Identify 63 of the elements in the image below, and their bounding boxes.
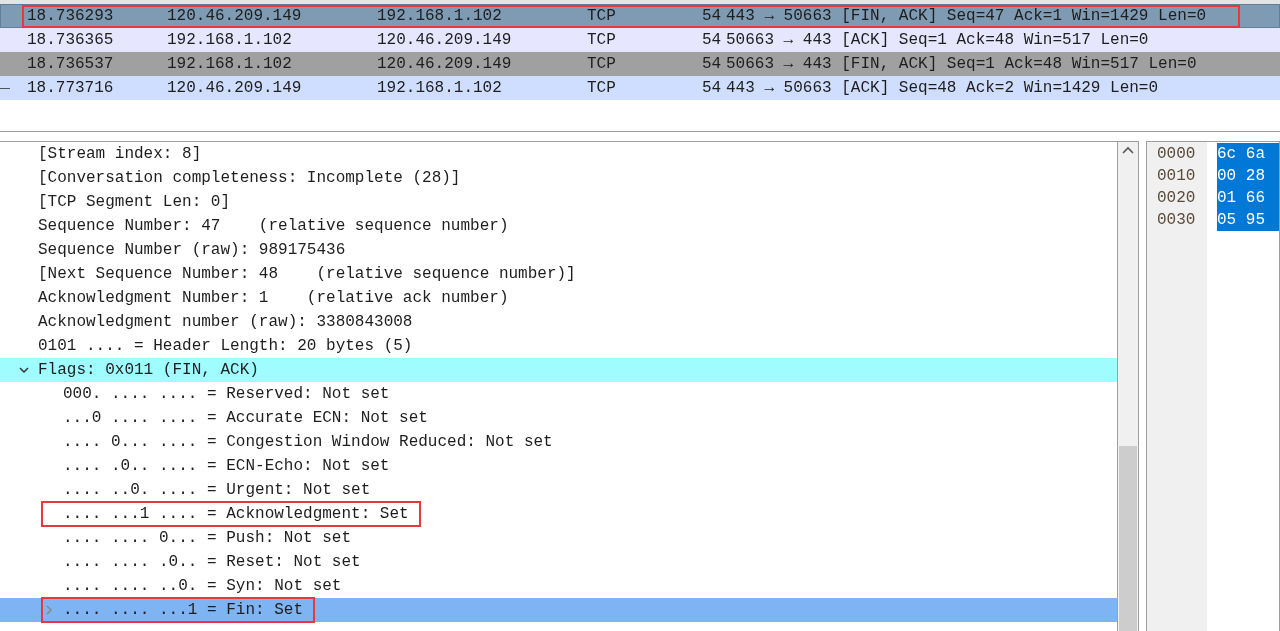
table-cell-text: TCP <box>586 31 617 49</box>
packet-row[interactable]: 18.736293 120.46.209.149 192.168.1.102 TCP 54 443 → 50663 [FIN, ACK] Seq=47 Ack=1 Win=1429 Len=0 <box>0 4 1280 28</box>
tree-item-text[interactable]: 0101 .... = Header Length: 20 bytes (5) <box>38 337 413 355</box>
table-cell-text: 120.46.209.149 <box>376 31 513 49</box>
packet-row[interactable]: 18.773716 120.46.209.149 192.168.1.102 TCP 54 443 → 50663 [ACK] Seq=48 Ack=2 Win=1429 Len=0 <box>0 76 1280 100</box>
table-cell-text: 120.46.209.149 <box>376 55 513 73</box>
tree-item-text[interactable]: .... .0.. .... = ECN-Echo: Not set <box>63 457 390 475</box>
table-cell-text: 50663 → 443 [FIN, ACK] Seq=1 Ack=48 Win=517 Len=0 <box>725 55 1198 73</box>
tree-item-text[interactable]: Acknowledgment number (raw): 3380843008 <box>38 313 413 331</box>
scroll-up-icon[interactable] <box>1122 146 1134 154</box>
tree-item-text[interactable]: [TCP Segment Len: 0] <box>38 193 231 211</box>
table-cell-text: 120.46.209.149 <box>166 7 303 25</box>
tree-item-text[interactable]: [Next Sequence Number: 48 (relative sequence number)] <box>38 265 576 283</box>
hex-bytes: 00 28 <box>1217 165 1279 187</box>
tree-item-text[interactable]: 000. .... .... = Reserved: Not set <box>63 385 390 403</box>
table-cell-text: 120.46.209.149 <box>166 79 303 97</box>
hex-offset: 0000 <box>1156 144 1197 165</box>
hex-offset: 0010 <box>1156 166 1197 187</box>
packet-row[interactable]: 18.736537 192.168.1.102 120.46.209.149 TCP 54 50663 → 443 [FIN, ACK] Seq=1 Ack=48 Win=517 Len=0 <box>0 52 1280 76</box>
table-cell-text: 50663 → 443 [ACK] Seq=1 Ack=48 Win=517 Len=0 <box>725 31 1150 49</box>
chevron-right-icon[interactable] <box>43 604 55 616</box>
table-cell-text: TCP <box>586 79 617 97</box>
tree-item-text[interactable]: .... .... 0... = Push: Not set <box>63 529 352 547</box>
hex-offset: 0020 <box>1156 188 1197 209</box>
tree-item-text[interactable]: .... ...1 .... = Acknowledgment: Set <box>63 505 409 523</box>
tree-item-text[interactable]: .... ..0. .... = Urgent: Not set <box>63 481 371 499</box>
table-cell-text: 192.168.1.102 <box>166 55 293 73</box>
table-cell-text: 54 <box>701 79 721 97</box>
tree-item-text[interactable]: .... .... .0.. = Reset: Not set <box>63 553 361 571</box>
tree-item-text[interactable]: ...0 .... .... = Accurate ECN: Not set <box>63 409 428 427</box>
tree-item-text[interactable]: .... 0... .... = Congestion Window Reduced: Not set <box>63 433 553 451</box>
tree-item-text[interactable]: Sequence Number: 47 (relative sequence number) <box>38 217 509 235</box>
packet-row[interactable]: 18.736365 192.168.1.102 120.46.209.149 TCP 54 50663 → 443 [ACK] Seq=1 Ack=48 Win=517 Len=0 <box>0 28 1280 52</box>
table-cell-text: 443 → 50663 [ACK] Seq=48 Ack=2 Win=1429 Len=0 <box>725 79 1160 97</box>
scroll-thumb[interactable] <box>1119 446 1137 631</box>
table-cell-text: 18.736293 <box>26 7 115 25</box>
tree-item-text[interactable]: Flags: 0x011 (FIN, ACK) <box>38 361 259 379</box>
table-cell-text: 192.168.1.102 <box>166 31 293 49</box>
table-cell-text: 18.736365 <box>26 31 115 49</box>
table-cell-text: 54 <box>701 7 721 25</box>
tree-row[interactable]: Flags: 0x011 (FIN, ACK) <box>0 358 1117 382</box>
table-cell-text: 192.168.1.102 <box>376 79 503 97</box>
scrollbar[interactable] <box>1117 141 1139 631</box>
table-cell-text: TCP <box>586 55 617 73</box>
tree-row[interactable]: .... .... ...1 = Fin: Set <box>0 598 1117 622</box>
table-cell-text: TCP <box>586 7 617 25</box>
chevron-down-icon[interactable] <box>18 364 30 376</box>
hex-bytes: 05 95 <box>1217 209 1279 231</box>
tree-item-text[interactable]: [Conversation completeness: Incomplete (28)] <box>38 169 461 187</box>
table-cell-text: 192.168.1.102 <box>376 7 503 25</box>
table-cell-text: 54 <box>701 55 721 73</box>
table-cell-text: 18.736537 <box>26 55 115 73</box>
hex-bytes: 01 66 <box>1217 187 1279 209</box>
tree-item-text[interactable]: .... .... ..0. = Syn: Not set <box>63 577 342 595</box>
hex-offset: 0030 <box>1156 210 1197 231</box>
table-cell-text: 443 → 50663 [FIN, ACK] Seq=47 Ack=1 Win=1429 Len=0 <box>725 7 1208 25</box>
table-cell-text: 18.773716 <box>26 79 115 97</box>
tree-item-text[interactable]: Acknowledgment Number: 1 (relative ack number) <box>38 289 509 307</box>
tree-item-text[interactable]: .... .... ...1 = Fin: Set <box>63 601 304 619</box>
tree-item-text[interactable]: [Stream index: 8] <box>38 145 202 163</box>
hex-bytes: 6c 6a <box>1217 143 1279 165</box>
table-cell-text: 54 <box>701 31 721 49</box>
tree-item-text[interactable]: Sequence Number (raw): 989175436 <box>38 241 346 259</box>
